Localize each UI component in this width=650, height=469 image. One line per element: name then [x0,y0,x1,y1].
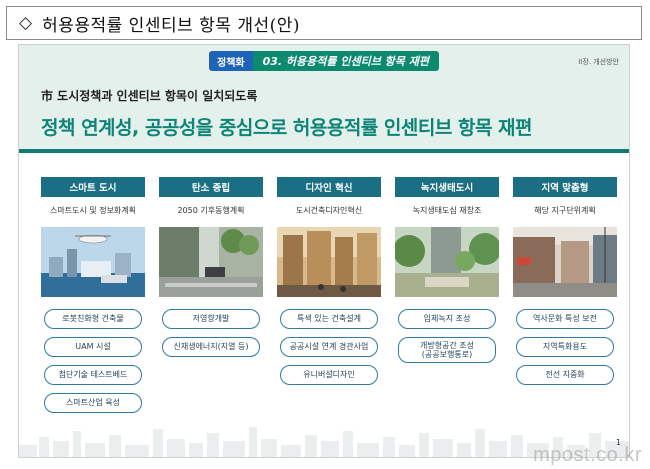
list-item: 개방형공간 조성 (공공보행통로) [398,337,496,363]
item-list: 특색 있는 건축설계 공공시설 연계 경관사업 유니버설디자인 [277,309,381,385]
column-header: 스마트 도시 [41,177,145,197]
slide-subtitle: 市 도시정책과 인센티브 항목이 일치되도록 [41,89,258,103]
list-item: 지역특화용도 [516,337,614,357]
column-carbon-neutral: 탄소 중립 2050 기후동행계획 저영향개발 신재생에너지(지열 등) [159,177,263,357]
list-item: 저영향개발 [162,309,260,329]
column-header: 탄소 중립 [159,177,263,197]
column-subtitle: 스마트도시 및 정보화계획 [49,206,137,215]
tag-label: 정책화 [209,51,253,71]
column-local-tailored: 지역 맞춤형 해당 지구단위계획 역사문화 특성 보전 지역특화용도 전선 지중… [513,177,617,385]
list-item: UAM 시설 [44,337,142,357]
column-header: 녹지생태도시 [395,177,499,197]
band-divider [19,149,629,153]
section-tag: 정책화 03. 허용용적률 인센티브 항목 재편 [209,51,439,71]
chapter-note: II장. 개선방안 [578,58,619,66]
item-list: 역사문화 특성 보전 지역특화용도 전선 지중화 [513,309,617,385]
smart-city-photo [41,227,145,297]
list-item: 첨단기술 테스트베드 [44,365,142,385]
page-title: 허용용적률 인센티브 항목 개선(안) [42,15,301,36]
column-design-innovation: 디자인 혁신 도시건축디자인혁신 특색 있는 건축설계 공공시설 연계 경관사업 [277,177,381,385]
item-list: 입체녹지 조성 개방형공간 조성 (공공보행통로) [395,309,499,363]
list-item: 유니버설디자인 [280,365,378,385]
category-columns: 스마트 도시 스마트도시 및 정보화계획 로봇친화형 건축물 UAM 시설 첨단… [41,177,617,427]
design-innovation-photo [277,227,381,297]
column-header: 디자인 혁신 [277,177,381,197]
list-item: 역사문화 특성 보전 [516,309,614,329]
slide-panel: 정책화 03. 허용용적률 인센티브 항목 재편 II장. 개선방안 市 도시정… [18,44,630,458]
column-green-ecology: 녹지생태도시 녹지생태도심 재창조 입체녹지 조성 개방형공간 조성 (공공보행… [395,177,499,363]
diamond-outline-icon: ◇ [19,13,33,33]
column-subtitle: 도시건축디자인혁신 [295,206,363,215]
item-list: 로봇친화형 건축물 UAM 시설 첨단기술 테스트베드 스마트산업 육성 [41,309,145,413]
list-item: 신재생에너지(지열 등) [162,337,260,357]
list-item: 공공시설 연계 경관사업 [280,337,378,357]
column-subtitle: 해당 지구단위계획 [534,206,596,215]
list-item: 입체녹지 조성 [398,309,496,329]
list-item: 로봇친화형 건축물 [44,309,142,329]
tag-title: 03. 허용용적률 인센티브 항목 재편 [252,51,439,71]
title-bar: ◇ 허용용적률 인센티브 항목 개선(안) [6,6,642,40]
list-item: 특색 있는 건축설계 [280,309,378,329]
column-subtitle: 녹지생태도심 재창조 [412,206,482,215]
green-ecology-photo [395,227,499,297]
item-list: 저영향개발 신재생에너지(지열 등) [159,309,263,357]
column-subtitle: 2050 기후동행계획 [177,206,245,215]
carbon-neutral-photo [159,227,263,297]
local-tailored-photo [513,227,617,297]
watermark: mpost.co.kr [533,444,642,466]
column-header: 지역 맞춤형 [513,177,617,197]
list-item: 스마트산업 육성 [44,393,142,413]
list-item: 전선 지중화 [516,365,614,385]
column-smart-city: 스마트 도시 스마트도시 및 정보화계획 로봇친화형 건축물 UAM 시설 첨단… [41,177,145,413]
slide-headline: 정책 연계성, 공공성을 중심으로 허용용적률 인센티브 항목 재편 [41,117,533,139]
